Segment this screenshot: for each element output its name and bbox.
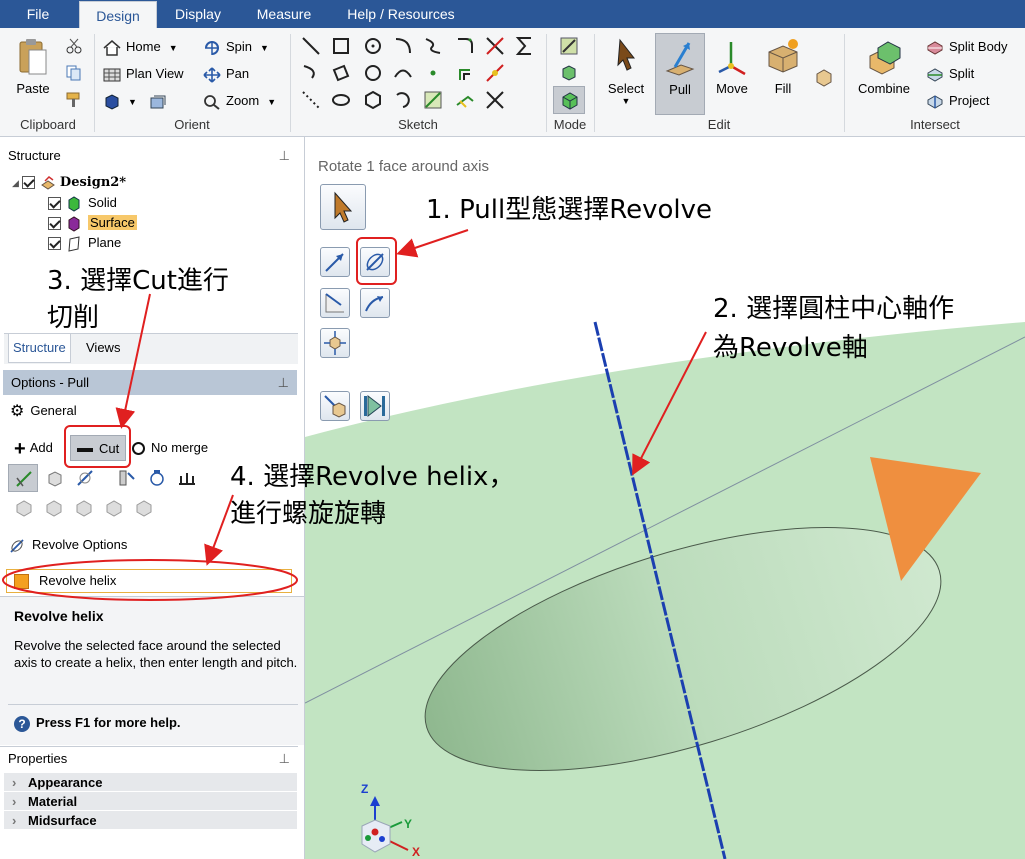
annotation-arrow-2 bbox=[632, 331, 707, 476]
annotation-step-2-line-2: 為Revolve軸 bbox=[713, 333, 868, 363]
annotation-box-revolve bbox=[356, 237, 397, 285]
annotation-ellipse bbox=[2, 559, 298, 601]
annotation-box-cut bbox=[64, 425, 131, 468]
annotation-overlay bbox=[2, 229, 707, 601]
annotation-step-3-line-2: 切削 bbox=[47, 303, 100, 333]
annotation-step-4-line-1: 4. 選擇Revolve helix， bbox=[230, 462, 515, 492]
annotation-arrow-3 bbox=[115, 293, 151, 429]
annotation-arrow-1 bbox=[396, 229, 469, 258]
annotation-step-2-line-1: 2. 選擇圓柱中心軸作 bbox=[713, 294, 955, 324]
annotation-step-1: 1. Pull型態選擇Revolve bbox=[426, 195, 713, 225]
annotation-step-3-line-1: 3. 選擇Cut進行 bbox=[47, 266, 229, 296]
annotation-step-4-line-2: 進行螺旋旋轉 bbox=[230, 499, 387, 529]
